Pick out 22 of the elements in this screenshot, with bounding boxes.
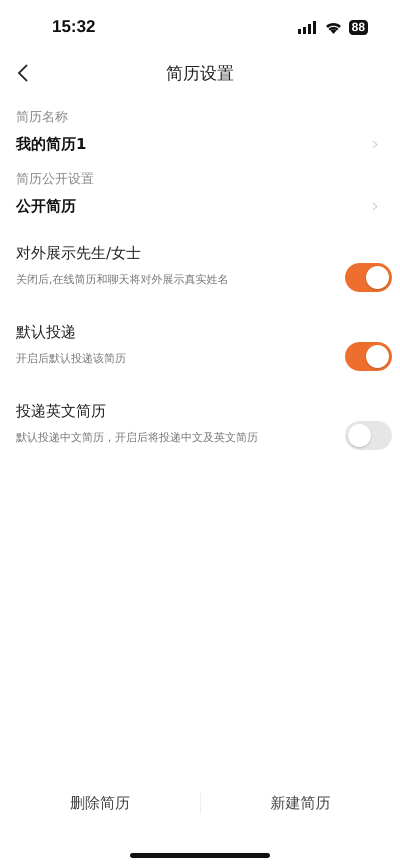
action-button[interactable]: 新建简历 xyxy=(200,786,400,820)
chevron-icon xyxy=(372,202,378,211)
signal-icon xyxy=(298,20,318,34)
setting-title: 默认投递 xyxy=(16,323,77,342)
field-value[interactable]: 我的简历1 xyxy=(16,135,86,154)
setting-description: 开启后默认投递该简历 xyxy=(16,351,126,366)
field-value[interactable]: 公开简历 xyxy=(16,197,76,216)
status-time: 15:32 xyxy=(52,17,96,37)
setting-description: 关闭后,在线简历和聊天将对外展示真实姓名 xyxy=(16,272,228,287)
setting-title: 对外展示先生/女士 xyxy=(16,244,142,263)
wifi-icon xyxy=(324,20,342,34)
battery-icon: 88 xyxy=(348,20,368,34)
field-label: 简历公开设置 xyxy=(16,171,95,188)
setting-description: 默认投递中文简历，开启后将投递中文及英文简历 xyxy=(16,430,258,445)
page-title: 简历设置 xyxy=(166,62,234,84)
action-button[interactable]: 删除简历 xyxy=(0,786,200,820)
toggle-switch[interactable] xyxy=(345,342,392,371)
setting-title: 投递英文简历 xyxy=(16,402,107,421)
chevron-icon xyxy=(372,140,378,149)
field-label: 简历名称 xyxy=(16,109,69,126)
toggle-switch[interactable] xyxy=(345,421,392,450)
toggle-switch[interactable] xyxy=(345,263,392,292)
